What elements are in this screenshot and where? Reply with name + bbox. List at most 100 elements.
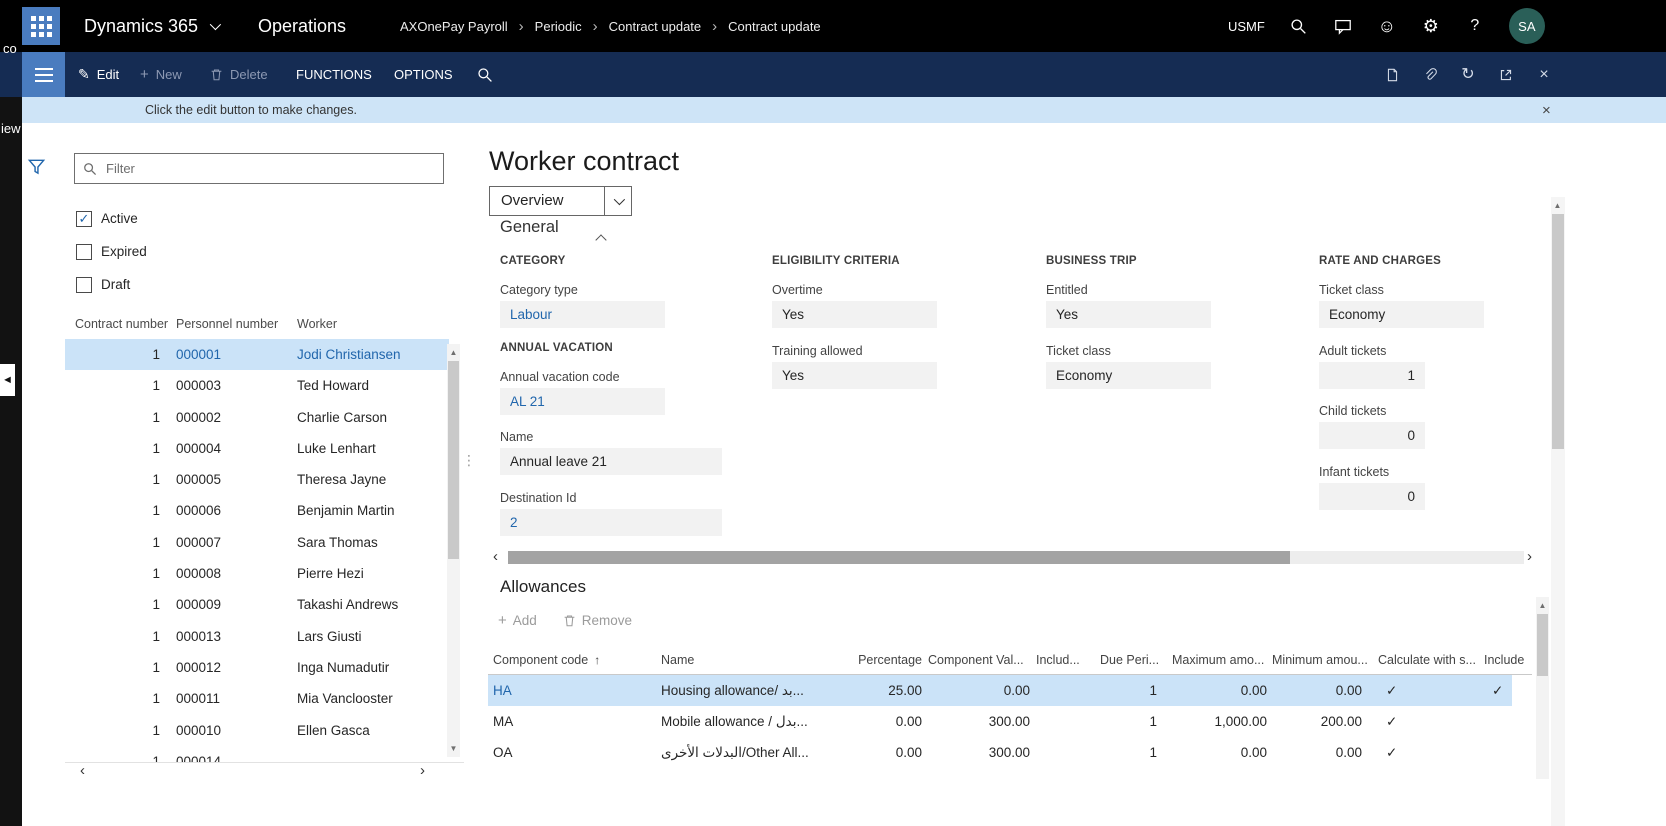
field-entitled[interactable]: Yes <box>1046 301 1211 328</box>
scroll-right-icon[interactable]: › <box>1527 549 1532 564</box>
collapse-pane-button[interactable]: ◄ <box>0 364 15 396</box>
worker-list-row[interactable]: 1 000009 Takashi Andrews <box>65 589 449 620</box>
allowances-scroll-thumb[interactable] <box>1537 614 1548 676</box>
worker-list-row[interactable]: 1 000001 Jodi Christiansen <box>65 339 449 370</box>
view-selector-dropdown-button[interactable] <box>604 187 631 215</box>
worker-list-row[interactable]: 1 000012 Inga Numadutir <box>65 652 449 683</box>
refresh-icon[interactable]: ↻ <box>1459 66 1477 84</box>
module-name[interactable]: Operations <box>258 0 346 52</box>
column-header-maximum-amount[interactable]: Maximum amo... <box>1172 653 1264 667</box>
user-avatar[interactable]: SA <box>1509 8 1545 44</box>
collapse-section-chevron-icon[interactable] <box>597 231 605 249</box>
hamburger-menu-button[interactable] <box>22 52 65 97</box>
scroll-left-icon[interactable]: ‹ <box>493 549 498 564</box>
scroll-right-icon[interactable]: › <box>420 763 425 778</box>
company-picker[interactable]: USMF <box>1228 19 1265 34</box>
column-header-include[interactable]: Include <box>1484 653 1524 667</box>
field-overtime[interactable]: Yes <box>772 301 937 328</box>
worker-list-row[interactable]: 1 000006 Benjamin Martin <box>65 495 449 526</box>
column-header-due-period[interactable]: Due Peri... <box>1100 653 1159 667</box>
new-button[interactable]: + New <box>140 52 182 97</box>
worker-name: Ellen Gasca <box>297 715 370 746</box>
field-infant-tickets[interactable]: 0 <box>1319 483 1425 510</box>
filter-funnel-icon[interactable] <box>27 157 46 176</box>
column-header-calculate-with[interactable]: Calculate with s... <box>1378 653 1476 667</box>
filter-checkbox-row[interactable]: ✓ Draft <box>76 268 147 301</box>
allowance-row[interactable]: HA Housing allowance/ بد... 25.00 0.00 1… <box>488 675 1512 706</box>
worker-list-row[interactable]: 1 000011 Mia Vanclooster <box>65 683 449 714</box>
worker-list-row[interactable]: 1 000008 Pierre Hezi <box>65 558 449 589</box>
settings-gear-icon[interactable]: ⚙ <box>1421 16 1441 36</box>
worker-list-row[interactable]: 1 000004 Luke Lenhart <box>65 433 449 464</box>
column-header-personnel-number[interactable]: Personnel number <box>176 317 278 331</box>
worker-list-scroll-thumb[interactable] <box>448 361 459 559</box>
help-icon[interactable]: ? <box>1465 16 1485 36</box>
edit-button[interactable]: ✎ Edit <box>78 52 119 97</box>
message-icon[interactable] <box>1333 16 1353 36</box>
options-menu[interactable]: OPTIONS <box>394 52 453 97</box>
message-bar-close-button[interactable]: × <box>1542 97 1551 123</box>
column-header-component-code[interactable]: Component code ↑ <box>493 653 600 667</box>
worker-list-row[interactable]: 1 000005 Theresa Jayne <box>65 464 449 495</box>
feedback-smiley-icon[interactable]: ☺ <box>1377 16 1397 36</box>
scroll-down-icon[interactable]: ▼ <box>447 742 460 755</box>
scroll-left-icon[interactable]: ‹ <box>80 763 85 778</box>
checkbox[interactable]: ✓ <box>76 211 92 227</box>
open-in-new-window-icon[interactable] <box>1497 66 1515 84</box>
close-icon[interactable]: × <box>1535 66 1553 84</box>
filter-input[interactable] <box>104 160 443 177</box>
column-header-included[interactable]: Includ... <box>1036 653 1080 667</box>
attachment-paperclip-icon[interactable] <box>1421 66 1439 84</box>
allowance-minimum: 200.00 <box>1260 706 1362 737</box>
breadcrumb-item[interactable]: AXOnePay Payroll <box>400 19 508 34</box>
delete-button[interactable]: Delete <box>210 52 268 97</box>
worker-list-row[interactable]: 1 000002 Charlie Carson <box>65 402 449 433</box>
scroll-up-icon[interactable]: ▲ <box>1536 599 1549 612</box>
splitter-handle[interactable]: ⋮ <box>462 452 476 469</box>
scroll-up-icon[interactable]: ▲ <box>1551 199 1564 212</box>
field-name[interactable]: Annual leave 21 <box>500 448 722 475</box>
column-header-minimum-amount[interactable]: Minimum amou... <box>1272 653 1368 667</box>
field-ticket-class-trip[interactable]: Economy <box>1046 362 1211 389</box>
section-header-general[interactable]: General <box>500 218 559 237</box>
commandbar-search-button[interactable] <box>477 52 493 97</box>
column-header-name[interactable]: Name <box>661 653 694 667</box>
view-selector[interactable]: Overview <box>489 186 632 216</box>
worker-list-row[interactable]: 1 000014 <box>65 746 449 762</box>
field-ticket-class-rate[interactable]: Economy <box>1319 301 1484 328</box>
add-allowance-button[interactable]: + Add <box>498 612 537 629</box>
column-header-component-value[interactable]: Component Val... <box>928 653 1024 667</box>
breadcrumb-item[interactable]: Periodic <box>535 19 582 34</box>
column-header-worker[interactable]: Worker <box>297 317 337 331</box>
app-launcher-button[interactable] <box>22 7 60 45</box>
allowance-row[interactable]: MA Mobile allowance / بدل... 0.00 300.00… <box>488 706 1532 737</box>
search-icon[interactable] <box>1289 16 1309 36</box>
field-category-type[interactable]: Labour <box>500 301 665 328</box>
field-annual-vacation-code[interactable]: AL 21 <box>500 388 665 415</box>
functions-menu[interactable]: FUNCTIONS <box>296 52 372 97</box>
field-destination-id[interactable]: 2 <box>500 509 722 536</box>
remove-allowance-button[interactable]: Remove <box>563 613 632 628</box>
breadcrumb-item[interactable]: Contract update <box>609 19 702 34</box>
document-icon[interactable] <box>1383 66 1401 84</box>
allowance-row[interactable]: OA البدلات الأخرى/Other All... 0.00 300.… <box>488 737 1532 768</box>
detail-hscroll-thumb[interactable] <box>508 551 1290 564</box>
field-training-allowed[interactable]: Yes <box>772 362 937 389</box>
checkbox[interactable]: ✓ <box>76 277 92 293</box>
worker-list-row[interactable]: 1 000007 Sara Thomas <box>65 527 449 558</box>
field-adult-tickets[interactable]: 1 <box>1319 362 1425 389</box>
worker-list-row[interactable]: 1 000010 Ellen Gasca <box>65 715 449 746</box>
page-scroll-thumb[interactable] <box>1552 214 1564 449</box>
app-switcher[interactable]: Dynamics 365 <box>84 0 218 52</box>
column-header-contract-number[interactable]: Contract number <box>75 317 168 331</box>
breadcrumb-item[interactable]: Contract update <box>728 19 821 34</box>
worker-contract-number: 1 <box>65 433 160 464</box>
column-header-percentage[interactable]: Percentage <box>838 653 922 667</box>
worker-list-row[interactable]: 1 000003 Ted Howard <box>65 370 449 401</box>
field-child-tickets[interactable]: 0 <box>1319 422 1425 449</box>
worker-list-row[interactable]: 1 000013 Lars Giusti <box>65 621 449 652</box>
checkbox[interactable]: ✓ <box>76 244 92 260</box>
scroll-up-icon[interactable]: ▲ <box>447 346 460 359</box>
filter-checkbox-row[interactable]: ✓ Expired <box>76 235 147 268</box>
filter-checkbox-row[interactable]: ✓ Active <box>76 202 147 235</box>
